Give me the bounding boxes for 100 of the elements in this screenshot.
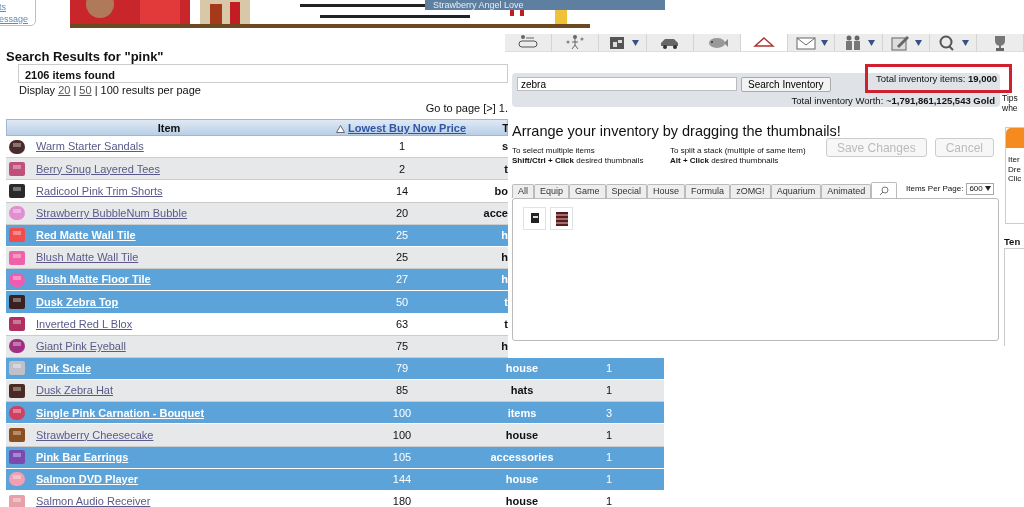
caret-icon[interactable] xyxy=(915,39,923,46)
quantity-cell-text: 1 xyxy=(604,449,614,465)
caret-icon[interactable] xyxy=(820,39,828,46)
filter-tab[interactable]: Animated xyxy=(821,184,872,198)
card-text: Clic xyxy=(1007,174,1023,184)
worth-label: Total inventory Worth: ~1,791,861,125,543 Gold xyxy=(790,94,995,108)
type-cell-text: h xyxy=(500,250,508,266)
item-link[interactable]: Inverted Red L Blox xyxy=(36,317,133,330)
total-items-label: Total inventory items: 19,000 xyxy=(865,64,1012,93)
price-cell-text: 79 xyxy=(394,361,410,377)
filter-tab[interactable]: Equip xyxy=(534,184,570,198)
item-link[interactable]: Radicool Pink Trim Shorts xyxy=(36,184,163,197)
price-cell-text: 20 xyxy=(394,205,410,221)
item-link[interactable]: Strawberry Cheesecake xyxy=(36,428,154,441)
filter-tab[interactable]: Special xyxy=(605,184,648,198)
toolbar-title: Strawberry Angel Love xyxy=(425,0,665,10)
type-cell-text: house xyxy=(504,494,540,507)
type-cell-text: bo xyxy=(493,183,508,199)
hint-shortcut: Shift/Ctrl + Click desired thumbnails xyxy=(512,156,645,166)
section-heading: Ten xyxy=(1004,236,1022,247)
type-cell-text: t xyxy=(503,316,508,332)
caret-icon[interactable] xyxy=(962,39,970,46)
type-cell-text: accessories xyxy=(489,449,555,465)
price-cell-text: 25 xyxy=(394,228,410,244)
price-cell-text: 144 xyxy=(391,472,413,488)
sort-icon xyxy=(335,125,345,134)
display-suffix: results per page xyxy=(121,84,201,96)
link[interactable]: ts xyxy=(0,1,6,13)
price-cell-text: 100 xyxy=(391,427,413,443)
filter-tab[interactable]: Formula xyxy=(685,184,731,198)
price-cell-text: 63 xyxy=(394,316,410,332)
arrange-heading: Arrange your inventory by dragging the thumbnails! xyxy=(512,123,842,140)
filter-tab[interactable]: Game xyxy=(569,184,606,198)
card-header xyxy=(1006,128,1024,148)
type-cell-text: t xyxy=(503,294,508,310)
tips-text: Tips xyxy=(1002,93,1019,103)
item-link[interactable]: Dusk Zebra Hat xyxy=(36,384,114,397)
link[interactable]: essage xyxy=(0,13,29,25)
filter-tab[interactable]: All xyxy=(512,184,534,198)
price-cell-text: 1 xyxy=(397,139,407,155)
pager-text: Go to page [>] 1. xyxy=(424,102,508,114)
column-header-link[interactable]: Lowest Buy Now Price xyxy=(348,122,466,134)
item-link[interactable]: Warm Starter Sandals xyxy=(36,140,144,153)
nav-tab[interactable] xyxy=(740,34,789,51)
hint-shortcut: Alt + Click desired thumbnails xyxy=(670,156,780,166)
item-link[interactable]: Blush Matte Wall Tile xyxy=(36,251,139,264)
filter-tab[interactable]: Aquarium xyxy=(770,184,822,198)
price-cell-text: 100 xyxy=(391,405,413,421)
price-cell-text: 14 xyxy=(394,183,410,199)
item-link[interactable]: Giant Pink Eyeball xyxy=(36,340,126,353)
tips-text: whe xyxy=(1002,103,1019,113)
dropdown-arrow-icon xyxy=(985,186,991,192)
envelope-icon xyxy=(794,34,817,51)
filter-tab[interactable] xyxy=(871,182,898,198)
quantity-cell-text: 1 xyxy=(604,427,614,443)
hint-text: To select multiple items xyxy=(512,146,596,156)
card-text: Dre xyxy=(1007,164,1022,174)
page-size-link[interactable]: 20 xyxy=(58,84,71,96)
type-cell-text: h xyxy=(500,272,508,288)
price-cell-text: 50 xyxy=(394,294,410,310)
page-size-link[interactable]: 50 xyxy=(79,84,92,96)
search-button[interactable]: Search Inventory xyxy=(741,77,831,92)
display-label: Display xyxy=(19,84,57,96)
price-cell-text: 27 xyxy=(394,272,410,288)
type-cell-text: h xyxy=(500,228,508,244)
items-per-page-select[interactable]: 600 xyxy=(966,183,994,195)
inventory-thumbnail[interactable] xyxy=(523,207,546,230)
quantity-cell-text: 1 xyxy=(604,472,614,488)
price-cell-text: 25 xyxy=(394,250,410,266)
item-link[interactable]: Berry Snug Layered Tees xyxy=(36,162,160,175)
price-cell-text: 2 xyxy=(397,161,407,177)
search-icon xyxy=(879,185,890,196)
price-cell-text: 75 xyxy=(394,339,410,355)
search-field[interactable]: zebra xyxy=(517,77,737,91)
separator: | xyxy=(93,84,99,96)
price-cell-text: 180 xyxy=(391,494,413,507)
quantity-cell-text: 1 xyxy=(604,494,614,507)
price-cell-text: 85 xyxy=(394,383,410,399)
page-size-option: 100 xyxy=(100,84,119,96)
type-cell-text: h xyxy=(500,339,508,355)
caret-icon[interactable] xyxy=(631,39,639,46)
price-cell-text: 105 xyxy=(391,449,413,465)
type-cell-text: acce xyxy=(482,205,508,221)
item-link[interactable]: Strawberry BubbleNum Bubble xyxy=(36,206,188,219)
type-cell-text: hats xyxy=(509,383,535,399)
quantity-cell-text: 1 xyxy=(604,383,614,399)
type-cell-text: house xyxy=(504,427,540,443)
quantity-cell-text: 3 xyxy=(604,405,614,421)
column-header: Item xyxy=(157,122,181,134)
type-cell-text: t xyxy=(503,161,508,177)
inventory-thumbnail[interactable] xyxy=(550,207,573,230)
items-per-page-label: Items Per Page: xyxy=(906,183,964,195)
card-text: Iter xyxy=(1007,155,1021,165)
result-count: 2106 items found xyxy=(18,64,508,83)
filter-tab[interactable]: zOMG! xyxy=(730,184,771,198)
caret-icon[interactable] xyxy=(867,39,875,46)
type-cell-text: house xyxy=(504,361,540,377)
filter-tab[interactable]: House xyxy=(647,184,686,198)
item-link[interactable]: Salmon Audio Receiver xyxy=(36,495,151,507)
sign-icon xyxy=(517,34,540,51)
